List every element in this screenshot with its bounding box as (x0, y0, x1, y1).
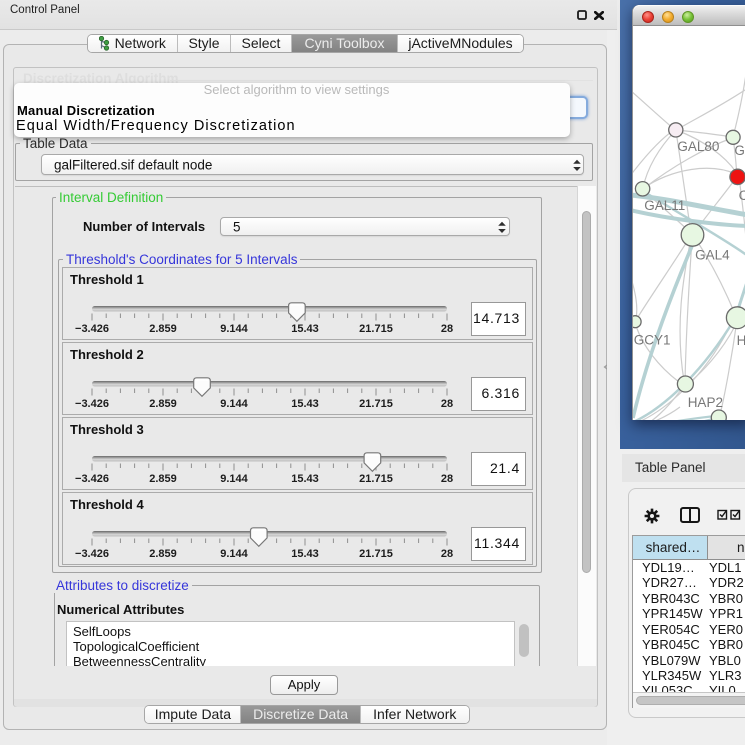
svg-text:2.859: 2.859 (149, 473, 177, 485)
svg-text:2.859: 2.859 (149, 398, 177, 410)
svg-text:15.43: 15.43 (291, 548, 319, 560)
svg-text:21.715: 21.715 (359, 323, 393, 335)
svg-text:GAL80: GAL80 (677, 139, 719, 154)
svg-text:2.859: 2.859 (149, 548, 177, 560)
svg-text:21.715: 21.715 (359, 473, 393, 485)
svg-text:9.144: 9.144 (220, 398, 248, 410)
svg-text:HA: HA (737, 333, 745, 348)
svg-text:15.43: 15.43 (291, 323, 319, 335)
svg-text:HAP2: HAP2 (688, 395, 723, 410)
svg-text:28: 28 (441, 323, 453, 335)
svg-text:28: 28 (441, 398, 453, 410)
svg-text:9.144: 9.144 (220, 323, 248, 335)
svg-text:9.144: 9.144 (220, 548, 248, 560)
svg-text:GA: GA (734, 143, 745, 158)
svg-text:−3.426: −3.426 (75, 548, 109, 560)
svg-text:21.715: 21.715 (359, 548, 393, 560)
svg-text:−3.426: −3.426 (75, 473, 109, 485)
svg-text:28: 28 (441, 548, 453, 560)
svg-text:GAL4: GAL4 (695, 248, 730, 263)
svg-text:−3.426: −3.426 (75, 398, 109, 410)
svg-text:−3.426: −3.426 (75, 323, 109, 335)
svg-text:GAL11: GAL11 (644, 198, 685, 213)
svg-text:15.43: 15.43 (291, 473, 319, 485)
svg-text:21.715: 21.715 (359, 398, 393, 410)
svg-text:15.43: 15.43 (291, 398, 319, 410)
svg-text:C: C (739, 188, 745, 203)
svg-text:9.144: 9.144 (220, 473, 248, 485)
svg-text:GCY1: GCY1 (634, 333, 671, 348)
svg-text:28: 28 (441, 473, 453, 485)
svg-text:2.859: 2.859 (149, 323, 177, 335)
